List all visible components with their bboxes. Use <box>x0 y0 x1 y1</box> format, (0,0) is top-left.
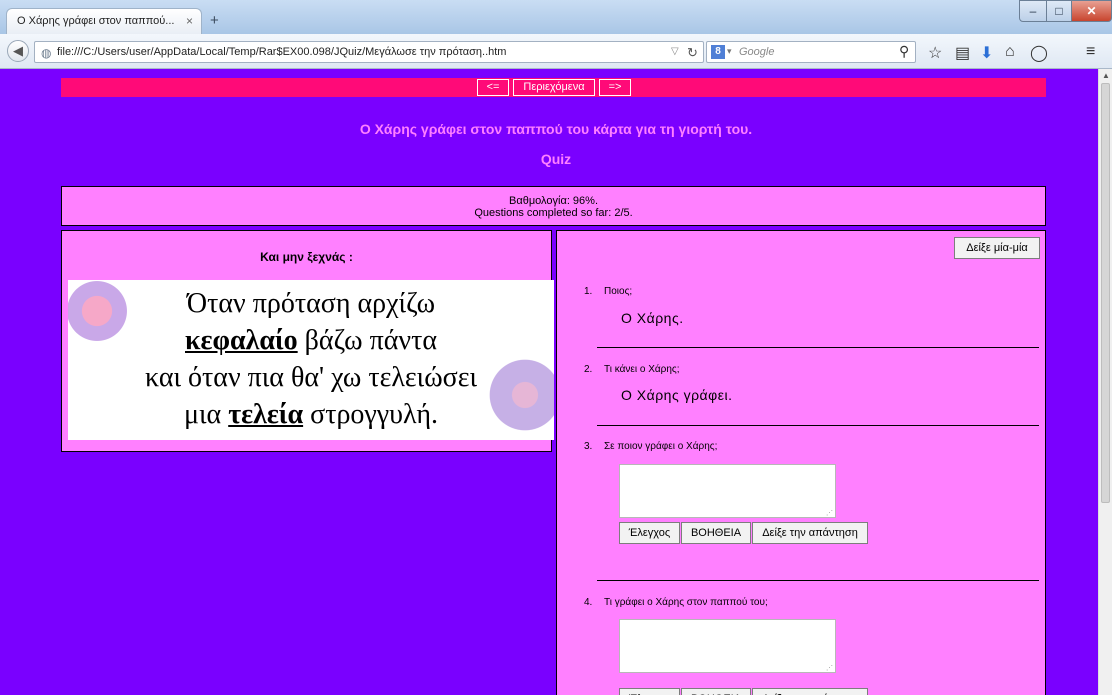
scrollbar-thumb[interactable] <box>1101 83 1110 503</box>
question-text: Ποιος; <box>604 286 633 297</box>
url-bar[interactable]: ◍ file:///C:/Users/user/AppData/Local/Te… <box>34 41 704 63</box>
poem-image: Όταν πρόταση αρχίζω κεφαλαίο βάζω πάντα … <box>68 280 554 440</box>
scroll-up-icon[interactable]: ▲ <box>1102 71 1110 80</box>
downloads-icon[interactable]: ⬇ <box>980 43 993 63</box>
contents-button[interactable]: Περιεχόμενα <box>513 79 595 96</box>
poem-line-rest: βάζω πάντα <box>297 325 437 356</box>
help-button-3[interactable]: ΒΟΗΘΕΙΑ <box>681 522 751 544</box>
google-icon[interactable]: 8 <box>711 45 725 59</box>
bookmarks-list-icon[interactable]: ▤ <box>955 43 970 63</box>
tab-title: Ο Χάρης γράφει στον παππού... <box>17 15 175 27</box>
search-bar[interactable]: 8 ▾ Google ⚲ <box>706 41 916 63</box>
url-text[interactable]: file:///C:/Users/user/AppData/Local/Temp… <box>57 46 506 58</box>
questions-panel: Δείξε μία-μία 1. Ποιος; Ο Χάρης. 2. Τι κάν… <box>556 230 1046 695</box>
question-text: Τι γράφει ο Χάρης στον παππού του; <box>604 597 768 608</box>
addon-icon[interactable]: ◯ <box>1030 43 1048 63</box>
show-one-by-one-button[interactable]: Δείξε μία-μία <box>954 237 1040 259</box>
search-icon[interactable]: ⚲ <box>899 43 909 60</box>
show-answer-button-3[interactable]: Δείξε την απάντηση <box>752 522 868 544</box>
divider <box>597 347 1039 348</box>
answer-input-3[interactable]: ⋰ <box>619 464 836 518</box>
browser-tab-bar: Ο Χάρης γράφει στον παππού... × + – □ ✕ <box>0 0 1112 34</box>
vertical-scrollbar[interactable]: ▲ <box>1098 69 1112 695</box>
poem-bold-word: τελεία <box>228 399 304 430</box>
menu-icon[interactable]: ≡ <box>1086 43 1095 61</box>
progress-text: Questions completed so far: 2/5. <box>474 207 633 219</box>
page-subtitle: Quiz <box>540 151 572 167</box>
score-box: Βαθμολογία: 96%. Questions completed so … <box>61 186 1046 226</box>
browser-tab[interactable]: Ο Χάρης γράφει στον παππού... × <box>6 8 202 34</box>
window-close-button[interactable]: ✕ <box>1071 0 1112 22</box>
reading-panel: Και μην ξεχνάς : Όταν πρόταση αρχίζω κεφ… <box>61 230 554 452</box>
search-input[interactable]: Google <box>739 46 774 58</box>
resize-grip-icon[interactable]: ⋰ <box>826 664 833 672</box>
globe-icon: ◍ <box>41 46 52 60</box>
prev-button[interactable]: <= <box>477 79 509 96</box>
page-content: <= Περιεχόμενα => Ο Χάρης γράφει στον πα… <box>0 69 1098 695</box>
poem-line-rest: στρογγυλή. <box>303 399 439 430</box>
poem-bold-word: κεφαλαίο <box>185 325 298 356</box>
poem-line: μια τελεία στρογγυλή. <box>68 396 554 433</box>
window-minimize-button[interactable]: – <box>1019 0 1047 22</box>
url-dropdown-icon[interactable]: ▽ <box>671 46 679 57</box>
poem-line: Όταν πρόταση αρχίζω <box>186 288 436 319</box>
question-2: 2. Τι κάνει ο Χάρης; <box>584 364 680 375</box>
poem-line-pre: μια <box>183 399 229 430</box>
page-title: Ο Χάρης γράφει στον παππού του κάρτα για… <box>359 121 753 137</box>
check-button-3[interactable]: Έλεγχος <box>619 522 680 544</box>
check-button-4[interactable]: Έλεγχος <box>619 688 680 695</box>
tab-close-icon[interactable]: × <box>186 14 193 28</box>
search-engine-dropdown-icon[interactable]: ▾ <box>727 46 732 57</box>
question-number: 3. <box>584 441 593 452</box>
resize-grip-icon[interactable]: ⋰ <box>826 509 833 517</box>
reload-icon[interactable]: ↻ <box>687 45 698 61</box>
answer-1: Ο Χάρης. <box>621 310 684 326</box>
divider <box>597 425 1039 426</box>
question-4: 4. Τι γράφει ο Χάρης στον παππού του; <box>584 597 768 608</box>
new-tab-icon[interactable]: + <box>210 12 219 29</box>
question-text: Τι κάνει ο Χάρης; <box>604 364 680 375</box>
window-maximize-button[interactable]: □ <box>1046 0 1072 22</box>
divider <box>597 580 1039 581</box>
help-button-4[interactable]: ΒΟΗΘΕΙΑ <box>681 688 751 695</box>
browser-nav-bar: ◀ ◍ file:///C:/Users/user/AppData/Local/… <box>0 34 1112 69</box>
poem-text: Όταν πρόταση αρχίζω κεφαλαίο βάζω πάντα … <box>68 285 554 433</box>
question-text: Σε ποιον γράφει ο Χάρης; <box>604 441 718 452</box>
reading-heading: Και μην ξεχνάς : <box>260 250 353 264</box>
home-icon[interactable]: ⌂ <box>1005 43 1015 61</box>
poem-line: και όταν πια θα' χω τελειώσει <box>144 362 478 393</box>
poem-line: κεφαλαίο βάζω πάντα <box>68 322 554 359</box>
answer-input-4[interactable]: ⋰ <box>619 619 836 673</box>
question-number: 1. <box>584 286 593 297</box>
question-3: 3. Σε ποιον γράφει ο Χάρης; <box>584 441 717 452</box>
bookmark-star-icon[interactable]: ☆ <box>928 43 942 63</box>
score-text: Βαθμολογία: 96%. <box>509 195 598 207</box>
question-number: 4. <box>584 597 593 608</box>
question-1: 1. Ποιος; <box>584 286 632 297</box>
answer-2: Ο Χάρης γράφει. <box>621 387 733 403</box>
next-button[interactable]: => <box>599 79 631 96</box>
quiz-nav-strip: <= Περιεχόμενα => <box>61 78 1046 97</box>
show-answer-button-4[interactable]: Δείξε την απάντηση <box>752 688 868 695</box>
back-icon[interactable]: ◀ <box>7 40 29 62</box>
question-number: 2. <box>584 364 593 375</box>
